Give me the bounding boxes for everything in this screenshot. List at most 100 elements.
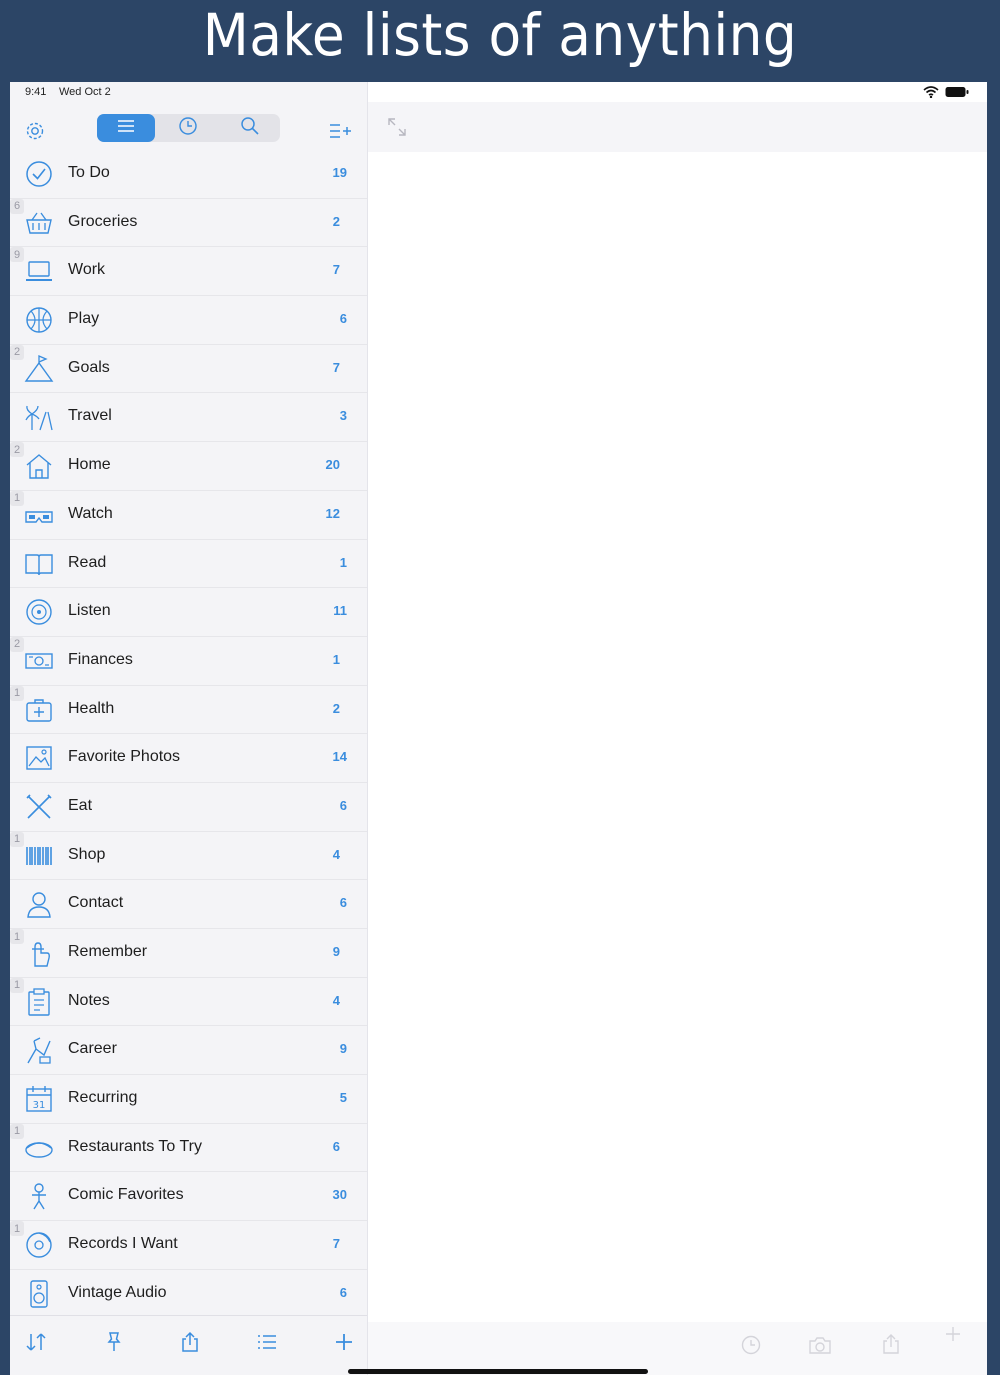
segment-recent[interactable] [159,114,217,142]
expand-icon[interactable] [384,114,410,140]
wifi-icon [923,85,939,103]
add-icon[interactable] [941,1322,965,1346]
list-row[interactable]: Vintage Audio 6 [10,1270,367,1315]
list-row[interactable]: Groceries 2 6 [10,198,367,248]
item-count: 2 [332,700,340,716]
list-row[interactable]: Shop 4 1 [10,831,367,881]
add-icon[interactable] [330,1328,358,1356]
completed-count: 1 [10,831,24,847]
completed-count: 2 [10,442,24,458]
completed-count: 1 [10,685,24,701]
list-name: Comic Favorites [68,1186,184,1204]
list-name: Notes [68,991,110,1009]
list-row[interactable]: Read 1 [10,540,367,589]
item-count: 20 [325,457,340,473]
list-row[interactable]: Finances 1 2 [10,636,367,686]
detail-bottom-bar [368,1322,987,1375]
status-icons [923,85,969,103]
banner-title: Make lists of anything [202,1,798,69]
list-name: Groceries [68,212,138,230]
mountain-flag-icon [24,354,54,384]
list-row[interactable]: Records I Want 7 1 [10,1221,367,1270]
clock-icon[interactable] [738,1332,764,1358]
pin-icon[interactable] [100,1328,128,1356]
item-count: 14 [332,749,347,765]
list-row[interactable]: Travel 3 [10,393,367,443]
palm-road-icon [24,402,54,432]
list-row[interactable]: Favorite Photos 14 [10,734,367,783]
completed-count: 1 [10,977,24,993]
segment-search[interactable] [221,114,279,142]
svg-text:31: 31 [33,1100,46,1111]
list-row[interactable]: 31 Recurring 5 [10,1075,367,1124]
laptop-icon [24,256,54,286]
list-name: Contact [68,894,124,912]
person-icon [24,889,54,919]
list-name: Remember [68,943,148,960]
list-name: Restaurants To Try [68,1137,202,1155]
list-row[interactable]: Contact 6 [10,880,367,929]
completed-count: 2 [10,636,24,652]
list-row[interactable]: To Do 19 [10,150,367,199]
item-count: 6 [332,1138,340,1154]
list-name: Eat [68,796,93,814]
item-count: 7 [332,262,340,278]
item-count: 6 [339,895,347,911]
add-list-icon[interactable] [326,118,354,144]
list-row[interactable]: Notes 4 1 [10,977,367,1027]
item-count: 6 [339,797,347,813]
barcode-icon [24,841,54,871]
item-count: 5 [339,1090,347,1106]
share-icon[interactable] [176,1328,204,1356]
gear-icon[interactable] [22,118,48,144]
list-name: Finances [68,650,133,668]
list-name: Listen [68,602,111,620]
superhero-icon [24,1181,54,1211]
completed-count: 1 [10,490,24,506]
completed-count: 9 [10,247,24,263]
sort-icon[interactable] [22,1328,50,1356]
completed-count: 6 [10,198,24,214]
item-count: 2 [332,213,340,229]
status-time: 9:41 [25,86,47,98]
status-bar: 9:41 Wed Oct 2 [10,82,987,102]
basketball-icon [24,305,54,335]
list-row[interactable]: Comic Favorites 30 [10,1172,367,1222]
search-icon [240,116,260,141]
list-row[interactable]: Home 20 2 [10,442,367,491]
calendar-icon: 31 [24,1084,54,1114]
item-count: 6 [339,311,347,327]
list-row[interactable]: Play 6 [10,296,367,345]
item-count: 9 [339,1041,347,1057]
list-row[interactable]: Remember 9 1 [10,929,367,978]
list-name: Read [68,553,107,571]
list-row[interactable]: Eat 6 [10,783,367,832]
list-row[interactable]: Health 2 1 [10,685,367,735]
list-row[interactable]: Career 9 [10,1026,367,1076]
checkmark-circle-icon [24,159,54,189]
list-row[interactable]: Goals 7 2 [10,344,367,394]
list-row[interactable]: Watch 12 1 [10,490,367,540]
3d-glasses-icon [24,500,54,530]
list-name: Shop [68,845,106,863]
share-icon[interactable] [877,1330,905,1358]
list-name: Goals [68,358,110,376]
item-count: 19 [332,165,347,180]
list-row[interactable]: Listen 11 [10,588,367,637]
list-name: Work [68,261,106,279]
camera-icon[interactable] [806,1332,834,1358]
detail-toolbar [368,102,987,152]
clock-icon [178,116,198,141]
list-row[interactable]: Restaurants To Try 6 1 [10,1123,367,1173]
segment-lists[interactable] [97,114,155,142]
clipboard-icon [24,987,54,1017]
list-view-icon[interactable] [253,1328,281,1356]
record-icon [24,1230,54,1260]
status-date: Wed Oct 2 [59,86,111,98]
sidebar-bottom-bar [10,1315,367,1375]
item-count: 12 [325,505,340,521]
ipad-screen: 9:41 Wed Oct 2 To Do 19 Groceries 2 6 Wo… [10,82,987,1375]
list-name: Recurring [68,1089,138,1107]
list-row[interactable]: Work 7 9 [10,247,367,297]
item-count: 6 [339,1284,347,1300]
